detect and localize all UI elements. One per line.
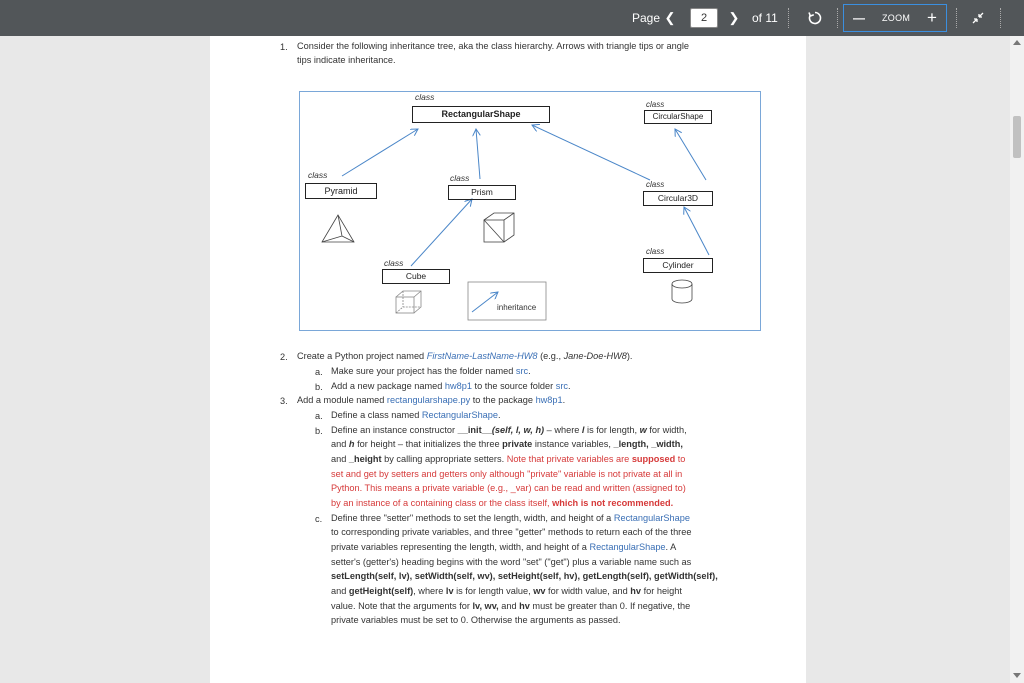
page-label: Page — [632, 11, 661, 25]
q3c-line2: to corresponding private variables, and … — [331, 527, 692, 537]
separator — [837, 8, 838, 28]
collapse-icon — [972, 12, 984, 24]
cylinder-box: Cylinder — [643, 258, 713, 273]
next-page-button[interactable]: ❯ — [726, 6, 742, 30]
class-label: class — [308, 170, 328, 180]
q3b-line4: set and get by setters and getters only … — [331, 469, 683, 479]
legend-label: inheritance — [497, 303, 537, 312]
q3c-line7: value. Note that the arguments for lv, w… — [331, 601, 691, 611]
vertical-scrollbar[interactable] — [1010, 36, 1024, 683]
q3c-line6: and getHeight(self), where lv is for len… — [331, 586, 682, 596]
q1-text-line1: Consider the following inheritance tree,… — [297, 41, 690, 51]
q3b-line3: and _height by calling appropriate sette… — [331, 454, 686, 464]
separator — [788, 8, 789, 28]
class-label: class — [415, 92, 435, 102]
zoom-out-button[interactable]: — — [852, 6, 866, 30]
rotate-icon — [808, 11, 822, 25]
q3c-line4: setter's (getter's) heading begins with … — [331, 557, 692, 567]
circular3d-box: Circular3D — [643, 191, 713, 206]
cylinder-shape — [671, 279, 693, 304]
previous-page-button[interactable]: ❮ — [662, 6, 678, 30]
separator — [1000, 8, 1001, 28]
q3a-text: Define a class named RectangularShape. — [331, 410, 501, 420]
q3c-line3: private variables representing the lengt… — [331, 542, 677, 552]
q2a-letter: a. — [315, 367, 323, 377]
class-hierarchy-diagram: class RectangularShape class CircularSha… — [299, 91, 761, 331]
q3c-line8: private variables must be set to 0. Othe… — [331, 615, 621, 625]
q3-number: 3. — [280, 396, 288, 406]
inheritance-arrows — [321, 92, 710, 321]
prism-box: Prism — [448, 185, 516, 200]
q3b-letter: b. — [315, 426, 323, 436]
q3b-line6: by an instance of a containing class or … — [331, 498, 674, 508]
zoom-in-button[interactable]: + — [925, 6, 939, 30]
page-number-input[interactable] — [690, 8, 718, 28]
q2-text: Create a Python project named FirstName-… — [297, 351, 633, 361]
rectangular-shape-box: RectangularShape — [412, 106, 550, 123]
q3a-letter: a. — [315, 411, 323, 421]
q2b-letter: b. — [315, 382, 323, 392]
q3b-line5: Python. This means a private variable (e… — [331, 483, 686, 493]
class-label: class — [450, 173, 470, 183]
q2-number: 2. — [280, 352, 288, 362]
q3b-line1: Define an instance constructor __init__(… — [331, 425, 687, 435]
q3c-line1: Define three "setter" methods to set the… — [331, 513, 690, 523]
pdf-toolbar: Page ❮ ❯ of 11 — ZOOM + — [0, 0, 1024, 36]
q3c-letter: c. — [315, 514, 323, 524]
q1-number: 1. — [280, 42, 288, 52]
pyramid-box: Pyramid — [305, 183, 377, 199]
pyramid-shape — [321, 214, 355, 243]
scroll-up-icon[interactable] — [1013, 40, 1021, 45]
cube-box: Cube — [382, 269, 450, 284]
prism-shape — [483, 212, 515, 243]
zoom-label: ZOOM — [882, 13, 911, 23]
q2a-text: Make sure your project has the folder na… — [331, 366, 531, 376]
q3c-line5: setLength(self, lv), setWidth(self, wv),… — [331, 571, 718, 581]
scroll-down-icon[interactable] — [1013, 673, 1021, 678]
page-count: of 11 — [752, 11, 778, 25]
q2b-text: Add a new package named hw8p1 to the sou… — [331, 381, 571, 391]
exit-fullscreen-button[interactable] — [968, 6, 988, 30]
q1-text-line2: tips indicate inheritance. — [297, 55, 396, 65]
separator — [956, 8, 957, 28]
circular-shape-box: CircularShape — [644, 110, 712, 124]
scrollbar-thumb[interactable] — [1013, 116, 1021, 158]
rotate-button[interactable] — [804, 6, 826, 30]
q3-text: Add a module named rectangularshape.py t… — [297, 395, 566, 405]
cube-shape — [395, 290, 422, 314]
q3b-line2: and h for height – that initializes the … — [331, 439, 683, 449]
